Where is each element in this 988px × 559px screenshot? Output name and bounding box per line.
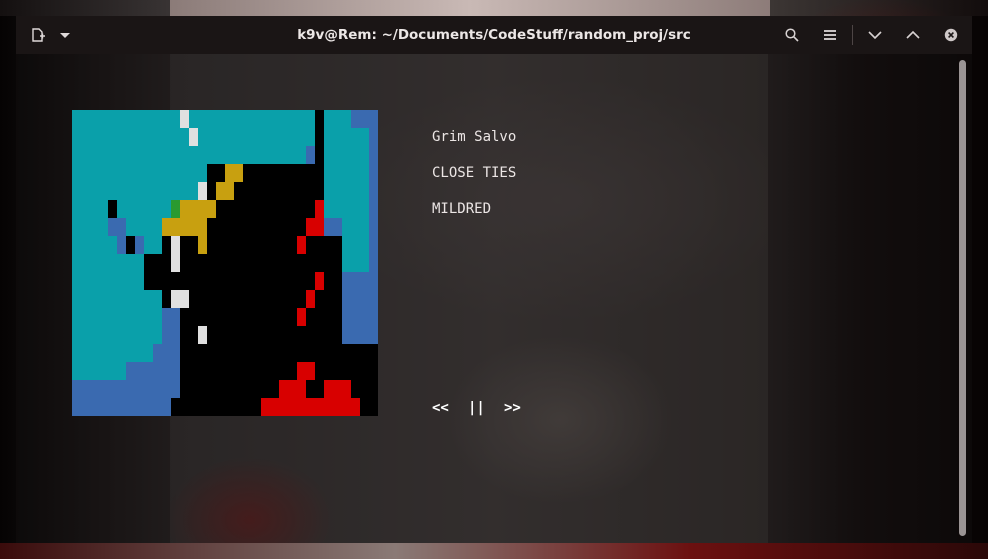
chevron-down-icon[interactable] [54, 25, 76, 45]
wallpaper-strip-top [170, 0, 770, 16]
search-icon[interactable] [781, 25, 803, 45]
minimize-chevron-icon[interactable] [864, 25, 886, 45]
terminal-window: k9v@Rem: ~/Documents/CodeStuff/random_pr… [16, 16, 972, 543]
maximize-chevron-icon[interactable] [902, 25, 924, 45]
titlebar-separator [852, 25, 853, 45]
album-art [72, 110, 378, 416]
scrollbar[interactable] [959, 60, 966, 536]
close-icon[interactable] [940, 25, 962, 45]
wallpaper-strip-bottom [0, 543, 988, 559]
pause-button[interactable]: || [468, 400, 504, 416]
next-button[interactable]: >> [504, 400, 528, 416]
track-title: MILDRED [432, 201, 492, 217]
playback-controls: << || >> [432, 400, 528, 416]
artist-name: Grim Salvo [432, 129, 517, 145]
previous-button[interactable]: << [432, 400, 468, 416]
new-tab-icon[interactable] [27, 25, 49, 45]
album-title: CLOSE TIES [432, 165, 517, 181]
hamburger-menu-icon[interactable] [819, 25, 841, 45]
title-bar: k9v@Rem: ~/Documents/CodeStuff/random_pr… [16, 16, 972, 54]
